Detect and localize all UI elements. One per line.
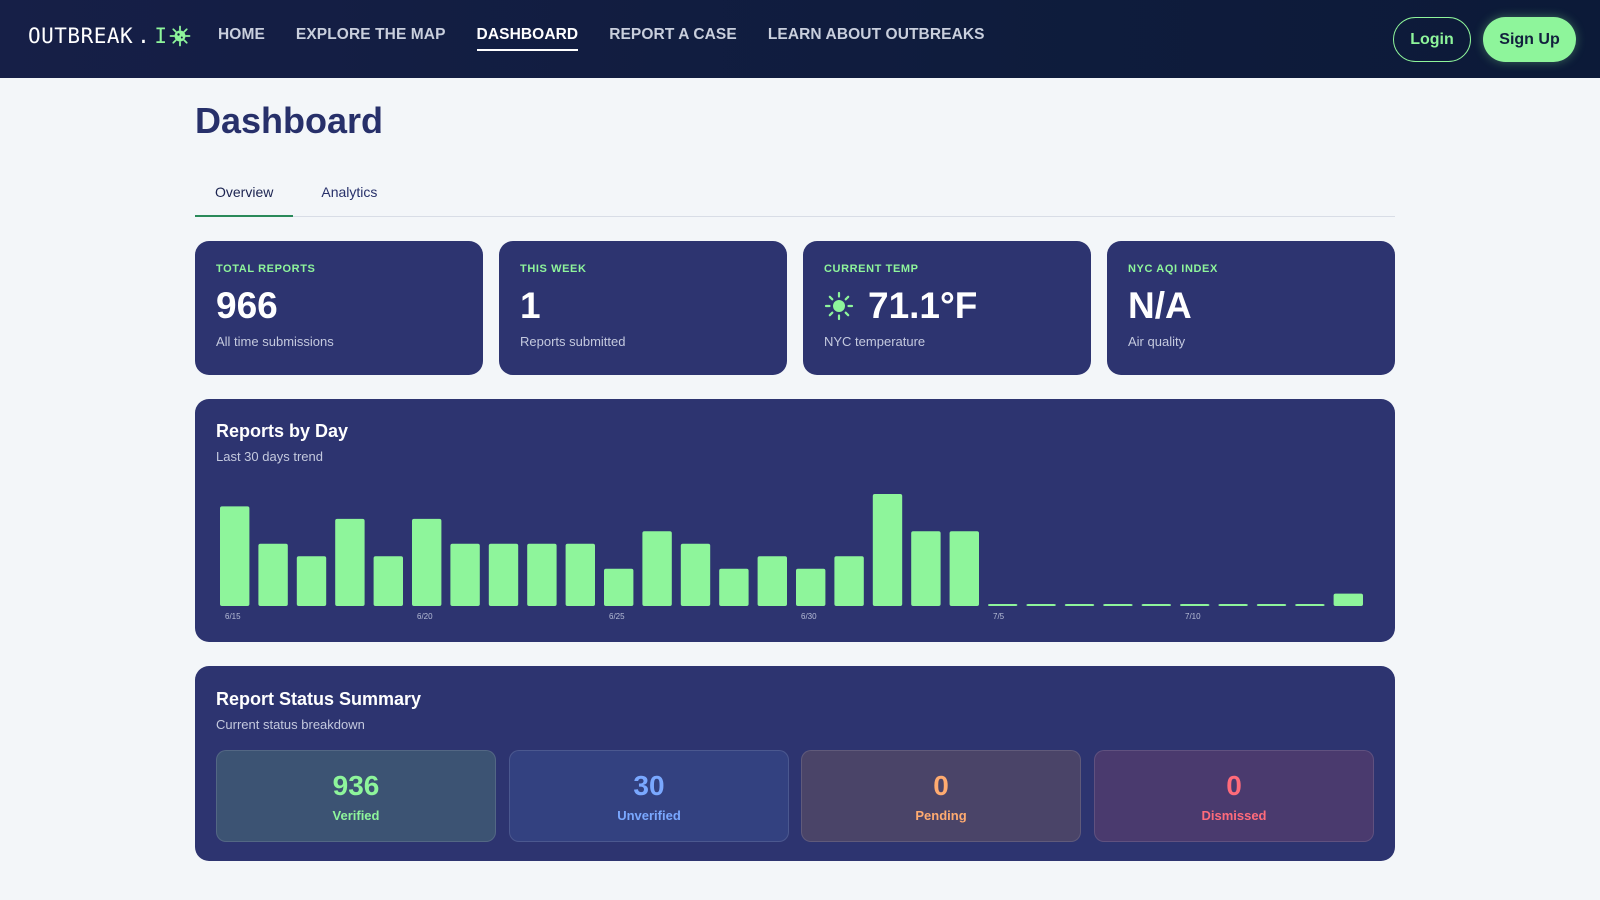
chart-bar[interactable]: [258, 543, 288, 606]
logo-text: OUTBREAK: [28, 24, 134, 48]
chart-bar[interactable]: [1218, 604, 1248, 606]
card-value: 966: [216, 285, 278, 326]
chart-bar[interactable]: [220, 506, 250, 606]
status-label: Pending: [915, 807, 967, 823]
aqi-card: NYC AQI INDEX N/A Air quality: [1107, 241, 1395, 375]
chart-bar[interactable]: [373, 556, 403, 606]
nav-report-case-link[interactable]: REPORT A CASE: [609, 26, 737, 51]
status-count: 0: [1226, 769, 1242, 801]
chart-bar[interactable]: [834, 556, 864, 606]
top-nav: OUTBREAK . I HOME EXPLORE THE MAP DASHBO…: [0, 0, 1600, 78]
chart-bar[interactable]: [872, 494, 903, 606]
chart-bar[interactable]: [680, 543, 711, 606]
chart-bar[interactable]: [1333, 593, 1363, 606]
card-subtitle: NYC temperature: [824, 334, 926, 349]
status-count: 30: [633, 769, 665, 801]
chart-bar[interactable]: [335, 518, 365, 606]
nav-home-link[interactable]: HOME: [218, 26, 265, 51]
chart-bar[interactable]: [911, 531, 941, 606]
status-label: Dismissed: [1201, 807, 1267, 823]
chart-tick-label: 7/10: [1185, 612, 1201, 621]
reports-by-day-panel: Reports by Day Last 30 days trend 6/15 6/…: [195, 399, 1395, 642]
card-label: NYC AQI INDEX: [1128, 263, 1218, 275]
chart-bar[interactable]: [565, 543, 595, 606]
chart-bar[interactable]: [949, 531, 979, 606]
status-count: 0: [933, 769, 949, 801]
status-summary-panel: Report Status Summary Current status bre…: [195, 666, 1395, 861]
chart-bar[interactable]: [412, 518, 442, 606]
logo-io: I: [154, 24, 168, 48]
chart-tick-label: 7/5: [993, 612, 1005, 621]
chart-bar[interactable]: [488, 543, 519, 606]
chart-bar[interactable]: [1180, 604, 1210, 606]
chart-tick-label: 6/15: [225, 612, 241, 621]
tab-analytics[interactable]: Analytics: [293, 176, 397, 217]
card-subtitle: Air quality: [1128, 334, 1186, 349]
chart-tick-label: 6/30: [801, 612, 817, 621]
chart-tick-label: 6/25: [609, 612, 625, 621]
card-subtitle: All time submissions: [216, 334, 334, 349]
status-unverified[interactable]: 30 Unverified: [509, 750, 789, 842]
chart-bar[interactable]: [1064, 604, 1095, 606]
sun-icon: [824, 291, 854, 321]
chart-bar[interactable]: [1026, 604, 1056, 606]
nav-explore-map-link[interactable]: EXPLORE THE MAP: [296, 26, 446, 51]
chart-bar[interactable]: [796, 568, 826, 606]
tab-overview[interactable]: Overview: [195, 176, 294, 217]
chart-bar[interactable]: [1141, 604, 1171, 606]
chart-bar[interactable]: [1256, 604, 1287, 606]
card-label: TOTAL REPORTS: [216, 263, 316, 275]
virus-icon: [170, 25, 191, 47]
chart-bar[interactable]: [296, 556, 327, 606]
chart-bar[interactable]: [527, 543, 557, 606]
status-count: 936: [332, 769, 380, 801]
chart-bar[interactable]: [1103, 604, 1133, 606]
chart-bar[interactable]: [988, 604, 1018, 606]
card-label: THIS WEEK: [520, 263, 587, 275]
logo-dot: .: [137, 24, 151, 48]
card-subtitle: Reports submitted: [520, 334, 626, 349]
panel-title: Report Status Summary: [216, 689, 422, 709]
chart-bar[interactable]: [757, 556, 787, 606]
login-button[interactable]: Login: [1393, 17, 1471, 62]
card-value: 71.1°F: [868, 285, 978, 326]
status-verified[interactable]: 936 Verified: [216, 750, 496, 842]
reports-bar-chart: 6/15 6/20 6/25 6/30 7/5 7/10: [220, 494, 1363, 621]
chart-bar[interactable]: [604, 568, 634, 606]
status-dismissed[interactable]: 0 Dismissed: [1094, 750, 1374, 842]
nav-dashboard-link[interactable]: DASHBOARD: [476, 26, 579, 51]
card-value-row: 71.1°F: [824, 285, 1070, 326]
current-temp-card: CURRENT TEMP 71.1°F NYC temperature: [803, 241, 1091, 375]
logo[interactable]: OUTBREAK . I: [28, 24, 191, 48]
chart-tick-label: 6/20: [417, 612, 433, 621]
status-label: Verified: [332, 807, 380, 823]
card-label: CURRENT TEMP: [824, 263, 919, 275]
chart-bar[interactable]: [450, 543, 480, 606]
status-pending[interactable]: 0 Pending: [801, 750, 1081, 842]
total-reports-card: TOTAL REPORTS 966 All time submissions: [195, 241, 483, 375]
nav-learn-link[interactable]: LEARN ABOUT OUTBREAKS: [768, 26, 985, 51]
status-label: Unverified: [617, 807, 681, 823]
main-menu: HOME EXPLORE THE MAP DASHBOARD REPORT A …: [218, 26, 1016, 51]
card-value: N/A: [1128, 285, 1192, 326]
chart-bar[interactable]: [719, 568, 749, 606]
signup-button[interactable]: Sign Up: [1483, 17, 1576, 62]
chart-bar[interactable]: [1295, 604, 1325, 606]
card-value: 1: [520, 285, 541, 326]
dashboard-tabs: Overview Analytics: [195, 176, 1395, 217]
chart-bar[interactable]: [642, 531, 672, 606]
panel-subtitle: Current status breakdown: [216, 717, 365, 732]
page-title: Dashboard: [195, 100, 384, 141]
this-week-card: THIS WEEK 1 Reports submitted: [499, 241, 787, 375]
